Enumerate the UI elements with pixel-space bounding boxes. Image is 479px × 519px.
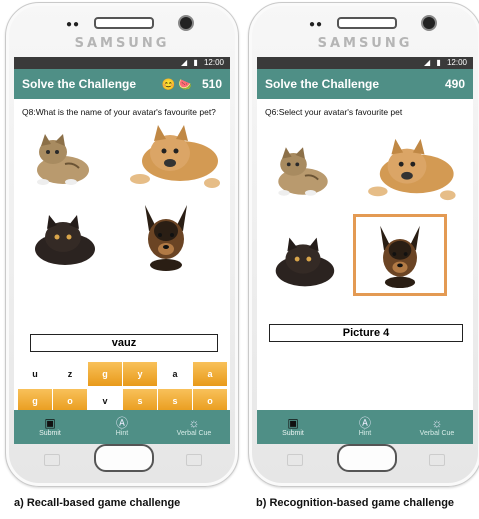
dog-image (368, 138, 456, 201)
picture-2[interactable] (114, 118, 226, 194)
lightbulb-icon: ☼ (188, 416, 200, 430)
tabby-cat-image (37, 134, 89, 185)
picture-3[interactable] (261, 226, 345, 296)
shepherd-dog-image (145, 205, 187, 271)
brand-label: SAMSUNG (74, 36, 170, 51)
status-bar: ◢ ▮ 12:00 (14, 57, 230, 69)
hint-button[interactable]: Ⓐ Hint (329, 410, 401, 444)
picture-1[interactable] (261, 136, 345, 206)
picture-3[interactable] (18, 204, 108, 274)
caption-recognition: b) Recognition-based game challenge (256, 497, 455, 509)
question-text: Q8:What is the name of your avatar's fav… (22, 107, 216, 117)
brand-label: SAMSUNG (317, 36, 413, 51)
answer-field[interactable]: vauz (30, 334, 218, 352)
recent-apps-key[interactable] (44, 454, 60, 466)
submit-label: Submit (39, 430, 61, 437)
hint-label: Hint (358, 430, 372, 437)
lightbulb-icon: ☼ (431, 416, 443, 430)
key-r1-2[interactable]: z (53, 362, 87, 386)
camera (178, 15, 194, 31)
verbal-cue-label: Verbal Cue (419, 430, 455, 437)
camera (421, 15, 437, 31)
bottom-nav: ▣ Submit Ⓐ Hint ☼ Verbal Cue (257, 410, 473, 444)
verbal-cue-button[interactable]: ☼ Verbal Cue (401, 410, 473, 444)
signal-icon: ◢ (423, 58, 431, 67)
hint-button[interactable]: Ⓐ Hint (86, 410, 158, 444)
submit-icon: ▣ (44, 416, 56, 430)
black-cat-image (275, 237, 335, 287)
verbal-cue-button[interactable]: ☼ Verbal Cue (158, 410, 230, 444)
earpiece (337, 17, 397, 29)
recent-apps-key[interactable] (287, 454, 303, 466)
hint-icon: Ⓐ (358, 416, 371, 430)
status-bar: ◢ ▮ 12:00 (257, 57, 473, 69)
screen-recognition: ◢ ▮ 12:00 Solve the Challenge 490 Q6:Sel… (257, 57, 473, 444)
key-r1-3[interactable]: g (88, 362, 122, 386)
key-r1-1[interactable]: u (18, 362, 52, 386)
emoji-icons: 😊 🍉 (161, 78, 192, 91)
battery-icon: ▮ (436, 58, 441, 67)
screen-recall: ◢ ▮ 12:00 Solve the Challenge 😊 🍉 510 Q8… (14, 57, 230, 444)
home-button[interactable] (337, 444, 397, 472)
app-bar: Solve the Challenge 490 (257, 69, 473, 99)
submit-icon: ▣ (287, 416, 299, 430)
dog-image (130, 125, 220, 188)
picture-1[interactable] (18, 124, 108, 194)
question-text: Q6:Select your avatar's favourite pet (265, 107, 403, 117)
app-title: Solve the Challenge (22, 77, 137, 91)
tabby-cat-image (278, 147, 328, 196)
back-key[interactable] (186, 454, 202, 466)
submit-button[interactable]: ▣ Submit (14, 410, 86, 444)
phone-recall: ●● SAMSUNG ◢ ▮ 12:00 Solve the Challenge… (5, 2, 239, 487)
battery-icon: ▮ (193, 58, 198, 67)
picture-2[interactable] (351, 132, 463, 206)
score: 490 (444, 77, 465, 91)
hint-icon: Ⓐ (115, 416, 128, 430)
earpiece (94, 17, 154, 29)
back-key[interactable] (429, 454, 445, 466)
verbal-cue-label: Verbal Cue (176, 430, 212, 437)
key-r1-6[interactable]: a (193, 362, 227, 386)
sensor-dots: ●● (309, 19, 324, 30)
app-bar: Solve the Challenge 😊 🍉 510 (14, 69, 230, 99)
phone-recognition: ●● SAMSUNG ◢ ▮ 12:00 Solve the Challenge… (248, 2, 479, 487)
status-time: 12:00 (446, 58, 467, 67)
hint-label: Hint (115, 430, 129, 437)
key-r1-5[interactable]: a (158, 362, 192, 386)
app-title: Solve the Challenge (265, 77, 380, 91)
home-button[interactable] (94, 444, 154, 472)
answer-field: Picture 4 (269, 324, 463, 342)
submit-label: Submit (282, 430, 304, 437)
picture-4[interactable] (114, 198, 218, 274)
submit-button[interactable]: ▣ Submit (257, 410, 329, 444)
caption-recall: a) Recall-based game challenge (14, 497, 181, 509)
sensor-dots: ●● (66, 19, 81, 30)
picture-4-selected[interactable] (353, 214, 447, 296)
signal-icon: ◢ (180, 58, 188, 67)
bottom-nav: ▣ Submit Ⓐ Hint ☼ Verbal Cue (14, 410, 230, 444)
shepherd-dog-image (380, 225, 420, 288)
status-time: 12:00 (203, 58, 224, 67)
key-r1-4[interactable]: y (123, 362, 157, 386)
score: 510 (201, 77, 222, 91)
black-cat-image (35, 215, 95, 265)
